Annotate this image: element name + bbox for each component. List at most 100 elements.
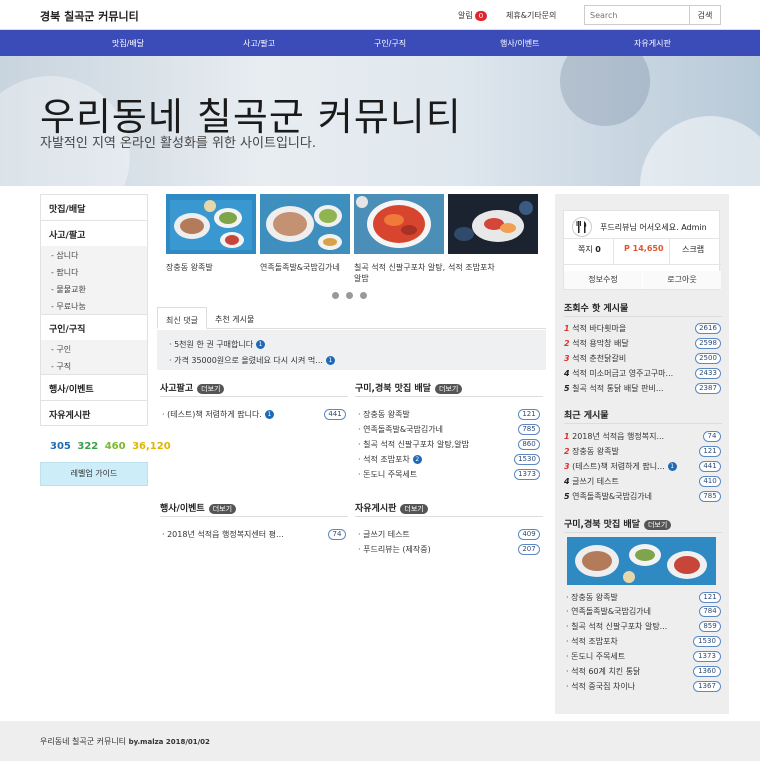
- list-item[interactable]: · 석적 60계 치킨 통닭: [566, 666, 690, 677]
- list-item[interactable]: · 5천원 한 권 구매합니다 1: [169, 339, 266, 350]
- section-title-free-board: 자유게시판 더보기: [355, 501, 428, 514]
- more-button[interactable]: 더보기: [643, 519, 672, 530]
- list-item[interactable]: · 석적 조밥포차: [566, 636, 690, 647]
- view-count-badge: 784: [699, 606, 721, 617]
- site-title[interactable]: 경북 칠곡군 커뮤니티: [40, 8, 139, 24]
- slider-dot[interactable]: [332, 292, 339, 299]
- reply-count-badge: 2: [412, 455, 422, 464]
- list-item[interactable]: · 장충동 왕족발: [358, 409, 410, 420]
- sidebar-item-free-board[interactable]: 자유게시판: [40, 400, 148, 426]
- note-link[interactable]: 쪽지 0: [578, 244, 601, 255]
- slide-image[interactable]: [260, 194, 350, 254]
- slide-caption[interactable]: 연족돌족발&국밥김가네: [260, 262, 356, 273]
- list-item[interactable]: · (테스트)책 저렴하게 팝니다. 1: [162, 409, 274, 420]
- footer-site-name: 우리동네 칠곡군 커뮤니티: [40, 737, 127, 746]
- profile-divider: [564, 264, 721, 265]
- scrap-link[interactable]: 스크랩: [682, 244, 704, 255]
- slide-image[interactable]: [166, 194, 256, 254]
- logout-button[interactable]: 로그아웃: [643, 271, 721, 289]
- sidebar-sub-free-share[interactable]: - 무료나눔: [40, 297, 148, 314]
- profile-divider: [564, 238, 721, 239]
- food-side-image[interactable]: [567, 537, 716, 585]
- list-item[interactable]: · 연족돌족발&국밥김가네: [566, 606, 694, 617]
- footer-text: 우리동네 칠곡군 커뮤니티 by.malza 2018/01/02: [40, 736, 210, 747]
- tab-recent-comments[interactable]: 최신 댓글: [157, 307, 207, 329]
- slide-caption[interactable]: 석적 조밥포차: [448, 262, 544, 273]
- points-display[interactable]: P 14,650: [624, 244, 664, 253]
- list-item[interactable]: 2 장충동 왕족발: [564, 446, 692, 457]
- post-title: 장충동 왕족발: [571, 593, 618, 602]
- more-button[interactable]: 더보기: [197, 383, 225, 394]
- sidebar-sub-buy[interactable]: - 삽니다: [40, 246, 148, 263]
- search-button[interactable]: 검색: [689, 5, 721, 25]
- sidebar-item-jobs[interactable]: 구인/구직: [40, 314, 148, 340]
- view-count-badge: 121: [699, 592, 721, 603]
- post-title: 돈도니 주목세트: [571, 652, 626, 661]
- profile-box: 푸드리뷰님 어서오세요. Admin 쪽지 0 P 14,650 스크랩 정보수…: [563, 210, 721, 290]
- nav-food[interactable]: 맛집/배달: [112, 38, 144, 49]
- section-divider: [160, 516, 348, 517]
- list-item[interactable]: · 석적 조밥포차 2: [358, 454, 422, 465]
- list-item[interactable]: · 연족돌족발&국밥김가네: [358, 424, 443, 435]
- sidebar-item-events[interactable]: 행사/이벤트: [40, 374, 148, 400]
- slider-dot[interactable]: [360, 292, 367, 299]
- more-button[interactable]: 더보기: [400, 503, 428, 514]
- hero-subtitle: 자발적인 지역 온라인 활성화를 위한 사이트입니다.: [40, 136, 316, 151]
- section-title-text: 자유게시판: [355, 504, 397, 514]
- more-button[interactable]: 더보기: [208, 503, 237, 514]
- level-guide-button[interactable]: 레벨업 가이드: [40, 462, 148, 486]
- list-item[interactable]: 5 칠곡 석적 통닭 배달 판비...: [564, 383, 692, 394]
- post-title: 글쓰기 테스트: [363, 530, 410, 539]
- search-input[interactable]: [584, 5, 690, 25]
- more-button[interactable]: 더보기: [434, 383, 463, 394]
- list-item[interactable]: 3 (테스트)책 저렴하게 팝니... 1: [564, 461, 696, 472]
- section-title-text: 사고팔고: [160, 384, 194, 394]
- section-divider: [160, 396, 348, 397]
- recent-comments-list: · 5천원 한 권 구매합니다 1 · 가격 35000원으로 올렸네요 다시 시…: [157, 330, 546, 370]
- sidebar-sub-sell[interactable]: - 팝니다: [40, 263, 148, 280]
- list-item[interactable]: 5 연족돌족발&국밥김가네: [564, 491, 692, 502]
- nav-jobs[interactable]: 구인/구직: [374, 38, 406, 49]
- slide-image[interactable]: [448, 194, 538, 254]
- list-item[interactable]: · 칠곡 석적 신팔구포차 알탕,알밥: [358, 439, 469, 450]
- nav-trade[interactable]: 사고/팔고: [243, 38, 275, 49]
- rank-number: 2: [564, 339, 570, 348]
- alarm-link[interactable]: 알림 0: [458, 10, 488, 21]
- slide-caption[interactable]: 장충동 왕족발: [166, 262, 262, 273]
- list-item[interactable]: · 돈도니 주목세트: [566, 651, 690, 662]
- list-item[interactable]: · 장충동 왕족발: [566, 592, 694, 603]
- list-item[interactable]: · 석적 중국집 차이나: [566, 681, 690, 692]
- sidebar-sub-hiring[interactable]: - 구인: [40, 340, 148, 357]
- list-item[interactable]: 4 글쓰기 테스트: [564, 476, 692, 487]
- slide-caption[interactable]: 칠곡 석적 신팔구포차 알탕,알밥: [354, 262, 450, 284]
- sidebar-sub-job-seeking[interactable]: - 구직: [40, 357, 148, 374]
- list-item[interactable]: · 푸드리뷰는 (제작중): [358, 544, 431, 555]
- nav-events[interactable]: 행사/이벤트: [500, 38, 540, 49]
- avatar[interactable]: [572, 217, 592, 237]
- partner-inquiry-link[interactable]: 제휴&기타문의: [506, 10, 556, 21]
- list-item[interactable]: · 글쓰기 테스트: [358, 529, 410, 540]
- sidebar-item-trade[interactable]: 사고/팔고: [40, 220, 148, 246]
- sidebar-sub-barter[interactable]: - 물물교환: [40, 280, 148, 297]
- list-item[interactable]: 1 석적 바다횟마을: [564, 323, 692, 334]
- list-item[interactable]: · 돈도니 주목세트: [358, 469, 417, 480]
- post-title: 석적 춘천닭갈비: [572, 354, 627, 363]
- post-title: 석적 미소머금고 영주고구마...: [572, 369, 674, 378]
- list-item[interactable]: 1 2018년 석적읍 행정복지...: [564, 431, 692, 442]
- slide-image[interactable]: [354, 194, 444, 254]
- edit-profile-button[interactable]: 정보수정: [564, 271, 642, 289]
- sidebar-item-food[interactable]: 맛집/배달: [40, 194, 148, 220]
- post-title: 장충동 왕족발: [363, 410, 410, 419]
- view-count-badge: 74: [328, 529, 346, 540]
- list-item[interactable]: · 가격 35000원으로 올렸네요 다시 시켜 먹... 1: [169, 355, 335, 366]
- rank-number: 4: [564, 369, 570, 378]
- nav-free-board[interactable]: 자유게시판: [634, 38, 671, 49]
- list-item[interactable]: 2 석적 용막창 배달: [564, 338, 692, 349]
- list-item[interactable]: 3 석적 춘천닭갈비: [564, 353, 692, 364]
- list-item[interactable]: · 2018년 석적읍 행정복지센터 평...: [162, 529, 284, 540]
- list-item[interactable]: 4 석적 미소머금고 영주고구마...: [564, 368, 692, 379]
- tab-recommended-posts[interactable]: 추천 게시물: [207, 307, 262, 329]
- slider-dot[interactable]: [346, 292, 353, 299]
- list-item[interactable]: · 칠곡 석적 신팔구포차 알탕...: [566, 621, 694, 632]
- post-title: 칠곡 석적 신팔구포차 알탕...: [571, 622, 668, 631]
